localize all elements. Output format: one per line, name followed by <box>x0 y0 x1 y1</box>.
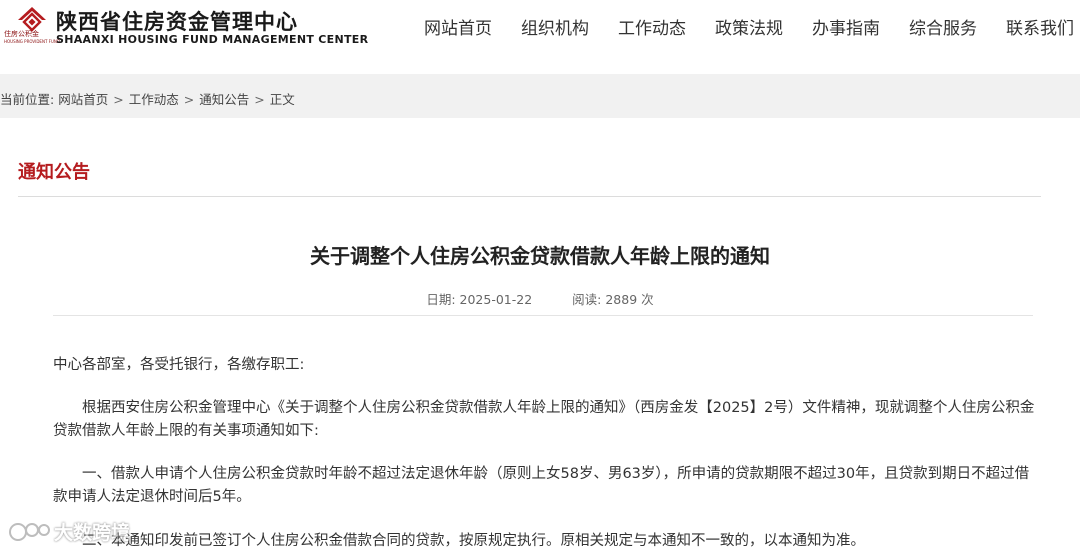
meta-divider <box>53 315 1033 316</box>
main-nav: 网站首页 组织机构 工作动态 政策法规 办事指南 综合服务 联系我们 <box>410 14 1080 39</box>
nav-item-contact[interactable]: 联系我们 <box>1006 14 1074 39</box>
section-divider <box>18 196 1041 197</box>
logo-title-en: SHAANXI HOUSING FUND MANAGEMENT CENTER <box>56 33 369 46</box>
article-paragraph: 中心各部室，各受托银行，各缴存职工: <box>53 357 305 373</box>
article-paragraph: 根据西安住房公积金管理中心《关于调整个人住房公积金贷款借款人年龄上限的通知》（西… <box>53 400 1035 439</box>
breadcrumb-prefix: 当前位置: <box>0 92 55 107</box>
nav-item-services[interactable]: 综合服务 <box>909 14 977 39</box>
logo-small-cn: 住房公积金 <box>4 30 39 38</box>
views-unit: 次 <box>641 292 654 307</box>
site-logo[interactable]: 住房公积金 HOUSING PROVIDENT FUND 陕西省住房资金管理中心… <box>4 4 368 48</box>
breadcrumb-work-news[interactable]: 工作动态 <box>129 92 179 107</box>
breadcrumb: 当前位置: 网站首页 > 工作动态 > 通知公告 > 正文 <box>0 89 295 108</box>
article-meta: 日期: 2025-01-22 阅读: 2889 次 <box>0 289 1080 308</box>
logo-small-en: HOUSING PROVIDENT FUND <box>4 39 60 44</box>
article-title: 关于调整个人住房公积金贷款借款人年龄上限的通知 <box>310 244 770 268</box>
date-label: 日期: <box>426 292 456 307</box>
view-count: 2889 <box>605 292 638 307</box>
article-paragraph: 一、借款人申请个人住房公积金贷款时年龄不超过法定退休年龄（原则上女58岁、男63… <box>53 466 1030 505</box>
breadcrumb-separator: > <box>113 92 124 107</box>
watermark-logo-icon <box>9 523 50 541</box>
article-date: 2025-01-22 <box>459 292 533 307</box>
nav-item-home[interactable]: 网站首页 <box>424 14 492 39</box>
breadcrumb-bar: 当前位置: 网站首页 > 工作动态 > 通知公告 > 正文 <box>0 74 1080 118</box>
nav-item-work-news[interactable]: 工作动态 <box>618 14 686 39</box>
housing-emblem-icon <box>18 7 46 32</box>
logo-subtitle: 住房公积金 HOUSING PROVIDENT FUND <box>4 30 60 44</box>
site-header: 住房公积金 HOUSING PROVIDENT FUND 陕西省住房资金管理中心… <box>0 0 1080 74</box>
breadcrumb-notices[interactable]: 通知公告 <box>199 92 249 107</box>
breadcrumb-home[interactable]: 网站首页 <box>58 92 108 107</box>
nav-item-policies[interactable]: 政策法规 <box>715 14 783 39</box>
breadcrumb-current: 正文 <box>269 92 295 107</box>
section-title: 通知公告 <box>18 162 90 183</box>
watermark: 大数跨境 <box>8 518 130 544</box>
article-paragraph: 二、本通知印发前已签订个人住房公积金借款合同的贷款，按原规定执行。原相关规定与本… <box>82 533 865 549</box>
breadcrumb-separator: > <box>183 92 195 107</box>
views-label: 阅读: <box>572 292 602 307</box>
logo-title-cn: 陕西省住房资金管理中心 <box>56 10 298 34</box>
breadcrumb-separator: > <box>254 92 265 107</box>
nav-item-organization[interactable]: 组织机构 <box>521 14 589 39</box>
nav-item-service-guide[interactable]: 办事指南 <box>812 14 880 39</box>
watermark-text: 大数跨境 <box>54 522 131 544</box>
